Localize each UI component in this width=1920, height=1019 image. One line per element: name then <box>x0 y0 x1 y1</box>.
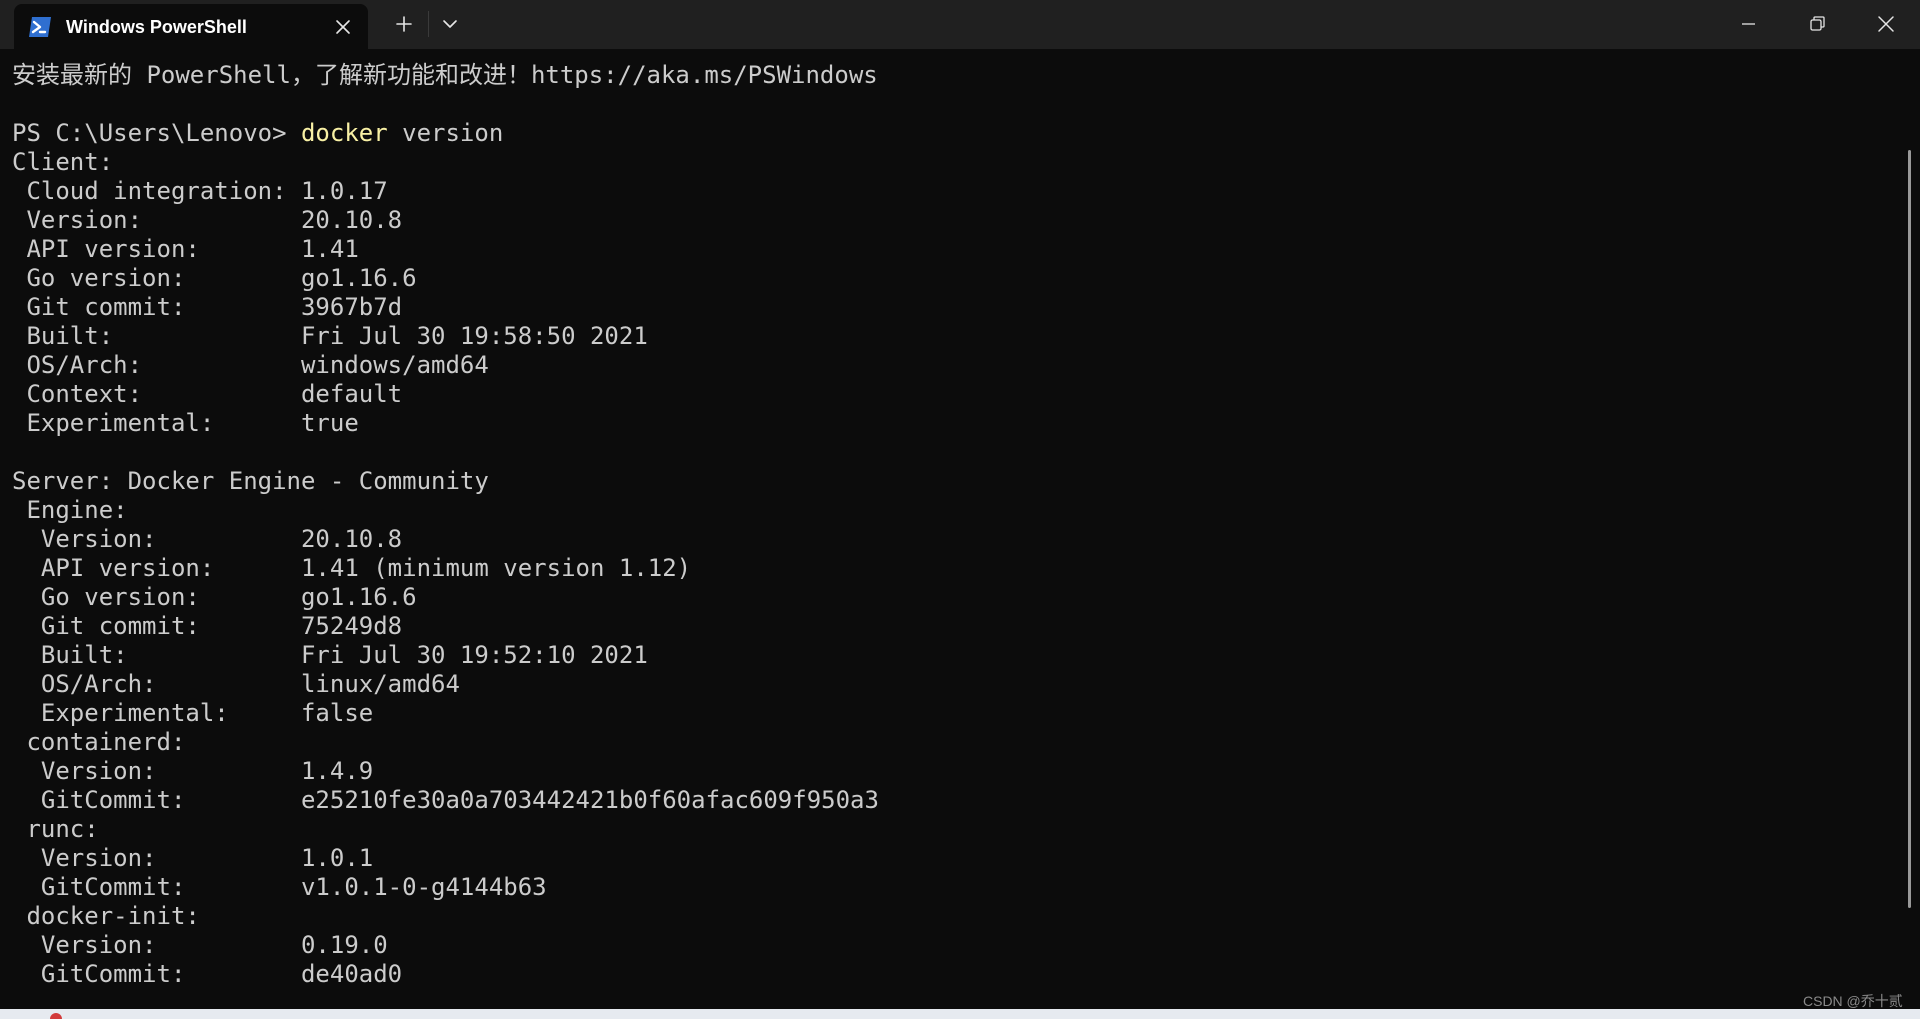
output-line: GitCommit: v1.0.1-0-g4144b63 <box>12 873 547 901</box>
output-line: Server: Docker Engine - Community <box>12 467 489 495</box>
output-line: Version: 1.4.9 <box>12 757 374 785</box>
output-line: Experimental: true <box>12 409 359 437</box>
output-line: Go version: go1.16.6 <box>12 264 417 292</box>
output-line: GitCommit: e25210fe30a0a703442421b0f60af… <box>12 786 879 814</box>
tab-close-button[interactable] <box>332 16 354 38</box>
terminal-output[interactable]: 安装最新的 PowerShell，了解新功能和改进！https://aka.ms… <box>0 49 1906 1009</box>
taskbar-edge <box>0 1009 1920 1019</box>
minimize-icon <box>1742 23 1755 25</box>
tab-dropdown-button[interactable] <box>430 8 470 40</box>
output-line: API version: 1.41 (minimum version 1.12) <box>12 554 692 582</box>
output-line: Built: Fri Jul 30 19:58:50 2021 <box>12 322 648 350</box>
output-line: Context: default <box>12 380 403 408</box>
taskbar-app-icon <box>50 1013 62 1019</box>
output-line: OS/Arch: windows/amd64 <box>12 351 489 379</box>
output-line: Git commit: 75249d8 <box>12 612 403 640</box>
output-line: Version: 20.10.8 <box>12 206 403 234</box>
new-tab-button[interactable] <box>384 8 424 40</box>
watermark: CSDN @乔十贰 <box>1803 993 1903 1009</box>
output-line: docker-init: <box>12 902 200 930</box>
output-line: Version: 0.19.0 <box>12 931 388 959</box>
restore-button[interactable] <box>1782 0 1850 48</box>
command-name: docker <box>300 119 388 147</box>
output-line: Version: 1.0.1 <box>12 844 374 872</box>
close-icon <box>336 20 350 34</box>
banner-line: 安装最新的 PowerShell，了解新功能和改进！https://aka.ms… <box>12 61 878 89</box>
minimize-button[interactable] <box>1714 0 1782 48</box>
title-bar: Windows PowerShell <box>0 0 1920 49</box>
command-args: version <box>387 119 504 147</box>
prompt-line: PS C:\Users\Lenovo> docker version <box>12 119 503 148</box>
output-line: API version: 1.41 <box>12 235 359 263</box>
restore-icon <box>1810 16 1825 31</box>
plus-icon <box>396 16 412 32</box>
output-line: Go version: go1.16.6 <box>12 583 417 611</box>
vertical-scrollbar[interactable] <box>1908 150 1911 908</box>
output-line: runc: <box>12 815 99 843</box>
tab-title: Windows PowerShell <box>66 17 247 37</box>
output-line: Git commit: 3967b7d <box>12 293 403 321</box>
tab-windows-powershell[interactable]: Windows PowerShell <box>14 4 368 49</box>
output-line: Built: Fri Jul 30 19:52:10 2021 <box>12 641 648 669</box>
output-line: containerd: <box>12 728 186 756</box>
prompt: PS C:\Users\Lenovo> <box>12 119 301 147</box>
output-line: Client: <box>12 148 114 176</box>
output-line: GitCommit: de40ad0 <box>12 960 403 988</box>
output-line: Cloud integration: 1.0.17 <box>12 177 388 205</box>
chevron-down-icon <box>443 20 457 28</box>
toolbar-divider <box>428 11 429 37</box>
output-line: Engine: <box>12 496 128 524</box>
output-line: OS/Arch: linux/amd64 <box>12 670 460 698</box>
close-window-button[interactable] <box>1852 0 1920 48</box>
output-line: Experimental: false <box>12 699 374 727</box>
powershell-icon <box>28 16 52 38</box>
output-line: Version: 20.10.8 <box>12 525 403 553</box>
close-icon <box>1878 16 1894 32</box>
